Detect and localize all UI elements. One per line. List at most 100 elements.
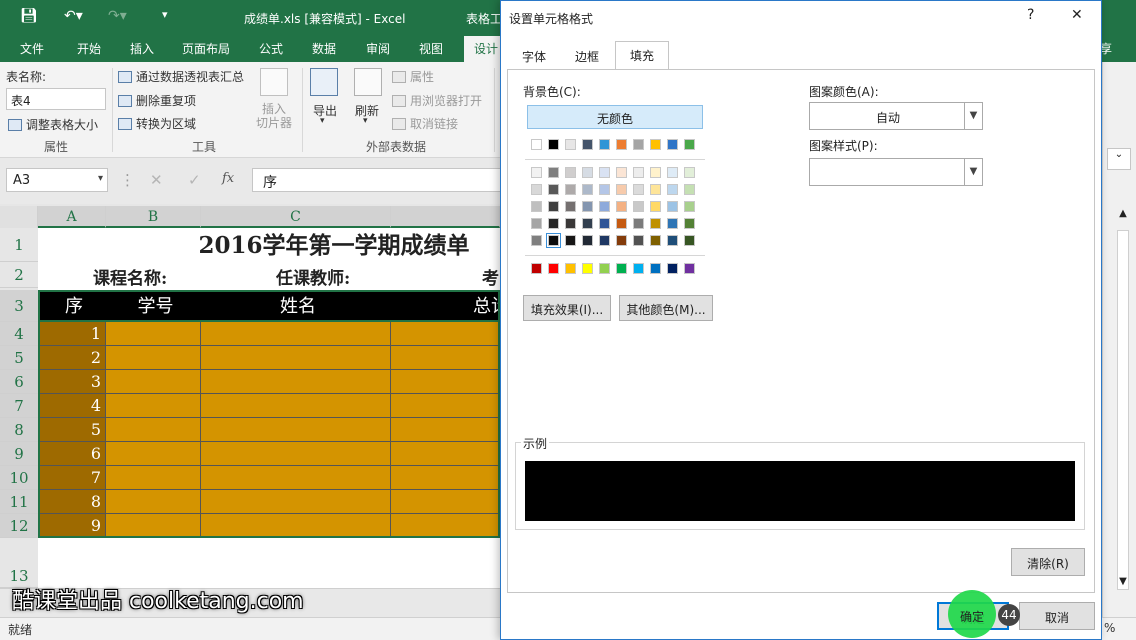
color-swatch[interactable] [599,184,610,195]
select-all-corner[interactable] [0,206,38,228]
summarize-pivot-button[interactable]: 通过数据透视表汇总 [118,68,244,85]
color-swatch[interactable] [616,184,627,195]
pattern-style-select[interactable]: ▼ [809,158,983,186]
tab-page-layout[interactable]: 页面布局 [182,40,230,57]
color-swatch[interactable] [565,263,576,274]
color-swatch[interactable] [633,263,644,274]
remove-duplicates-button[interactable]: 删除重复项 [118,92,196,109]
export-dropdown-icon[interactable]: ▾ [320,116,325,126]
exam-label[interactable]: 考 [482,264,499,289]
color-swatch[interactable] [565,167,576,178]
row-number-cell[interactable]: 4 [38,394,106,418]
color-swatch[interactable] [548,218,559,229]
sheet-title[interactable]: 2016学年第一学期成绩单 [38,228,500,262]
color-swatch[interactable] [633,218,644,229]
color-swatch[interactable] [582,235,593,246]
row-number-cell[interactable]: 7 [38,466,106,490]
tab-formulas[interactable]: 公式 [259,40,283,57]
teacher-label[interactable]: 任课教师: [276,264,350,289]
more-colors-button[interactable]: 其他颜色(M)... [619,295,713,321]
color-swatch[interactable] [650,184,661,195]
color-swatch[interactable] [582,139,593,150]
scroll-down-icon[interactable]: ▼ [1115,576,1131,592]
color-swatch[interactable] [548,184,559,195]
insert-slicer-button[interactable]: 插入 切片器 [256,102,292,130]
row-header-3[interactable]: 3 [0,290,38,322]
color-swatch[interactable] [650,139,661,150]
tab-insert[interactable]: 插入 [130,40,154,57]
name-cell[interactable] [201,418,391,442]
color-swatch[interactable] [531,167,542,178]
color-swatch[interactable] [548,167,559,178]
total-cell[interactable] [391,370,500,394]
student-id-cell[interactable] [106,442,201,466]
close-icon[interactable]: ✕ [1071,7,1083,23]
color-swatch[interactable] [684,218,695,229]
row-header-7[interactable]: 7 [0,394,38,418]
color-swatch[interactable] [684,167,695,178]
color-swatch-selected[interactable] [546,233,561,248]
student-id-cell[interactable] [106,322,201,346]
color-swatch[interactable] [650,201,661,212]
cancel-formula-icon[interactable]: ✕ [150,171,163,189]
properties-button[interactable]: 属性 [392,68,434,85]
color-swatch[interactable] [616,167,627,178]
convert-range-button[interactable]: 转换为区域 [118,115,196,132]
name-cell[interactable] [201,490,391,514]
color-swatch[interactable] [650,218,661,229]
student-id-cell[interactable] [106,514,201,538]
formula-expand-icon[interactable]: ⌄ [1107,148,1131,170]
row-number-cell[interactable]: 6 [38,442,106,466]
name-cell[interactable] [201,466,391,490]
name-cell[interactable] [201,514,391,538]
open-in-browser-button[interactable]: 用浏览器打开 [392,92,482,109]
color-swatch[interactable] [684,235,695,246]
row-number-cell[interactable]: 8 [38,490,106,514]
row-header-11[interactable]: 11 [0,490,38,514]
undo-icon[interactable]: ↶▾ [64,8,83,24]
help-button[interactable]: ? [1027,7,1034,23]
color-swatch[interactable] [531,139,542,150]
color-swatch[interactable] [565,218,576,229]
name-cell[interactable] [201,322,391,346]
tab-font[interactable]: 字体 [509,43,559,69]
insert-function-icon[interactable]: fx [222,171,234,186]
color-swatch[interactable] [667,184,678,195]
color-swatch[interactable] [548,139,559,150]
color-swatch[interactable] [599,167,610,178]
color-swatch[interactable] [616,235,627,246]
color-swatch[interactable] [565,235,576,246]
fill-effects-button[interactable]: 填充效果(I)... [523,295,611,321]
row-header-12[interactable]: 12 [0,514,38,538]
color-swatch[interactable] [582,184,593,195]
tab-fill[interactable]: 填充 [615,41,669,70]
enter-formula-icon[interactable]: ✓ [188,171,201,189]
no-color-button[interactable]: 无颜色 [527,105,703,129]
header-cell-student-id[interactable]: 学号 [108,292,203,322]
color-swatch[interactable] [616,218,627,229]
student-id-cell[interactable] [106,394,201,418]
scroll-up-icon[interactable]: ▲ [1115,208,1131,224]
name-cell[interactable] [201,394,391,418]
row-header-8[interactable]: 8 [0,418,38,442]
column-header-b[interactable]: B [106,206,201,228]
color-swatch[interactable] [633,184,644,195]
color-swatch[interactable] [667,167,678,178]
tab-review[interactable]: 审阅 [366,40,390,57]
row-header-5[interactable]: 5 [0,346,38,370]
name-cell[interactable] [201,442,391,466]
color-swatch[interactable] [616,263,627,274]
cancel-button[interactable]: 取消 [1019,602,1095,630]
color-swatch[interactable] [582,167,593,178]
row-number-cell[interactable]: 1 [38,322,106,346]
color-swatch[interactable] [633,201,644,212]
export-button[interactable]: 导出 [313,102,337,119]
row-header-4[interactable]: 4 [0,322,38,346]
color-swatch[interactable] [684,184,695,195]
color-swatch[interactable] [684,139,695,150]
resize-table-button[interactable]: 调整表格大小 [8,116,98,133]
zoom-level[interactable]: % [1104,621,1115,635]
color-swatch[interactable] [667,235,678,246]
table-header-row[interactable]: 序 学号 姓名 总计 [38,290,500,322]
save-icon[interactable]: 💾︎ [20,8,38,24]
